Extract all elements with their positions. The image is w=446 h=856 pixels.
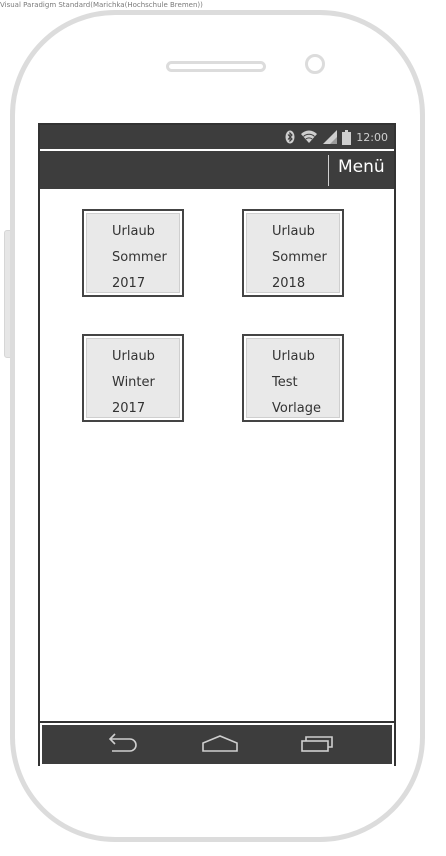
menu-button[interactable]: Menü [338,157,385,177]
tile-line: Sommer [272,250,327,265]
tile-line: Urlaub [272,349,315,364]
navigation-bar [40,721,394,766]
status-icons: 12:00 [285,128,388,146]
tile-line: 2017 [112,401,146,416]
status-time: 12:00 [356,130,388,144]
signal-icon [323,130,338,144]
navigation-bar-body [42,725,392,764]
watermark-text: Visual Paradigm Standard(Marichka(Hochsc… [0,1,203,9]
tile-urlaub-sommer-2017[interactable]: Urlaub Sommer 2017 [82,209,184,297]
home-icon[interactable] [200,731,240,755]
menu-divider [328,155,329,186]
tile-line: Vorlage [272,401,322,416]
tile-body: Urlaub Sommer 2017 [86,213,180,293]
wifi-icon [301,130,318,143]
tile-line: Test [272,375,298,390]
tile-line: Winter [112,375,155,390]
tile-line: Sommer [112,250,167,265]
tile-line: Urlaub [112,349,155,364]
tile-line: Urlaub [272,224,315,239]
phone-speaker [166,61,266,72]
app-bar: Menü [40,151,394,189]
tile-line: Urlaub [112,224,155,239]
phone-screen: 12:00 Menü Urlaub Sommer 2017 Urlaub Som… [38,123,396,766]
tile-body: Urlaub Winter 2017 [86,338,180,418]
bluetooth-icon [285,130,295,144]
tile-line: 2017 [112,276,146,291]
tile-line: 2018 [272,276,306,291]
tile-urlaub-sommer-2018[interactable]: Urlaub Sommer 2018 [242,209,344,297]
tile-urlaub-test-vorlage[interactable]: Urlaub Test Vorlage [242,334,344,422]
tile-body: Urlaub Test Vorlage [246,338,340,418]
recent-apps-icon[interactable] [298,731,338,755]
tile-body: Urlaub Sommer 2018 [246,213,340,293]
back-icon[interactable] [102,731,142,755]
phone-camera [305,54,325,74]
battery-icon [342,129,352,145]
status-bar: 12:00 [40,125,394,151]
tile-urlaub-winter-2017[interactable]: Urlaub Winter 2017 [82,334,184,422]
